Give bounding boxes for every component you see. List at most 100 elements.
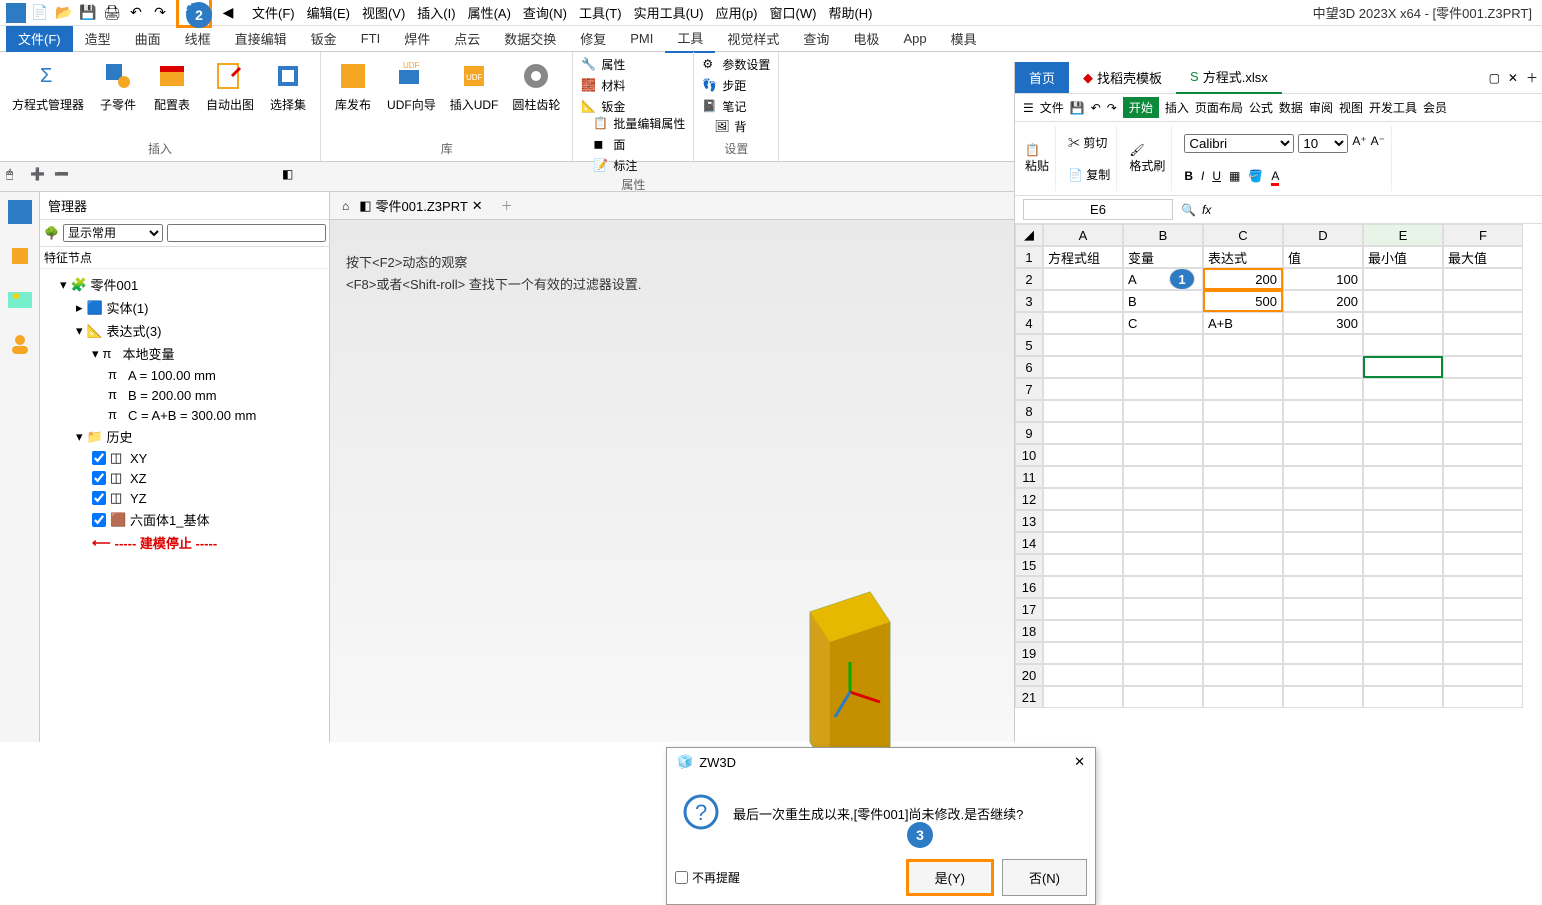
wps-row-11[interactable]: 11 — [1015, 466, 1043, 488]
cell[interactable] — [1363, 444, 1443, 466]
wps-add-icon[interactable]: ＋ — [1522, 65, 1542, 90]
wps-corner[interactable]: ◢ — [1015, 224, 1043, 246]
select-icon[interactable]: 🖱 — [6, 167, 26, 187]
sheetmetal-button[interactable]: 📐钣金 — [581, 98, 685, 115]
no-button[interactable]: 否(N) — [1002, 859, 1087, 896]
plus-icon[interactable]: ➕ — [30, 167, 50, 187]
tree-plane-xz[interactable]: ◫XZ — [92, 468, 325, 488]
cell[interactable] — [1443, 488, 1523, 510]
cell[interactable] — [1363, 466, 1443, 488]
wps-fill-icon[interactable]: 🪣 — [1248, 169, 1263, 183]
cell[interactable] — [1443, 444, 1523, 466]
filter-input[interactable] — [167, 224, 326, 242]
cell[interactable] — [1203, 620, 1283, 642]
cell[interactable] — [1043, 598, 1123, 620]
print-icon[interactable]: 🖨 — [102, 3, 122, 23]
cell[interactable] — [1043, 334, 1123, 356]
image-icon[interactable] — [8, 288, 32, 312]
wps-file-menu[interactable]: 文件 — [1040, 99, 1064, 116]
udf-wizard-button[interactable]: UDFUDF向导 — [383, 56, 440, 138]
cell[interactable] — [1123, 598, 1203, 620]
tree-feature-box[interactable]: 🟫六面体1_基体 — [92, 508, 325, 531]
cell[interactable] — [1203, 466, 1283, 488]
wps-row-3[interactable]: 3 — [1015, 290, 1043, 312]
cell[interactable] — [1043, 554, 1123, 576]
cell[interactable] — [1043, 576, 1123, 598]
menu-file[interactable]: 文件(F) — [248, 1, 299, 24]
cell[interactable] — [1203, 664, 1283, 686]
wps-row-1[interactable]: 1 — [1015, 246, 1043, 268]
wps-row-9[interactable]: 9 — [1015, 422, 1043, 444]
wps-menu-view[interactable]: 视图 — [1339, 99, 1363, 116]
cell[interactable] — [1043, 686, 1123, 708]
param-button[interactable]: ⚙参数设置 — [702, 56, 770, 73]
step-button[interactable]: 👣步距 — [702, 77, 770, 94]
ribbon-tab-wire[interactable]: 线框 — [173, 25, 223, 52]
cell[interactable] — [1123, 334, 1203, 356]
cell[interactable] — [1283, 422, 1363, 444]
wps-tab-file[interactable]: S方程式.xlsx — [1176, 61, 1282, 94]
cell[interactable] — [1363, 268, 1443, 290]
cell[interactable] — [1043, 620, 1123, 642]
wps-row-12[interactable]: 12 — [1015, 488, 1043, 510]
cell[interactable] — [1043, 268, 1123, 290]
cell[interactable] — [1283, 378, 1363, 400]
cell[interactable] — [1363, 378, 1443, 400]
cell[interactable] — [1043, 532, 1123, 554]
wps-fontcolor-icon[interactable]: A — [1271, 169, 1279, 183]
wps-grid[interactable]: ◢ A B C D E F 1 方程式组 变量 表达式 值 最小值 最大值 2 … — [1015, 224, 1542, 708]
tree-expr-b[interactable]: πB = 200.00 mm — [108, 385, 325, 405]
wps-italic-icon[interactable]: I — [1201, 169, 1204, 183]
cell[interactable] — [1203, 576, 1283, 598]
cell[interactable] — [1363, 686, 1443, 708]
ribbon-tab-tools[interactable]: 工具 — [665, 24, 715, 53]
annotate-button[interactable]: 📝标注 — [593, 157, 685, 174]
wps-tab-template[interactable]: ◆找稻壳模板 — [1069, 62, 1176, 93]
cell[interactable] — [1443, 664, 1523, 686]
close-icon[interactable]: ✕ — [472, 198, 483, 214]
cell[interactable] — [1283, 444, 1363, 466]
wps-undo-icon[interactable]: ↶ — [1091, 101, 1101, 115]
cell[interactable] — [1123, 422, 1203, 444]
cell[interactable] — [1203, 598, 1283, 620]
open-icon[interactable]: 📂 — [54, 3, 74, 23]
wps-row-6[interactable]: 6 — [1015, 356, 1043, 378]
cell-c3-highlight[interactable]: 500 — [1203, 290, 1283, 312]
cell[interactable] — [1123, 554, 1203, 576]
wps-menu-dev[interactable]: 开发工具 — [1369, 99, 1417, 116]
wps-col-e[interactable]: E — [1363, 224, 1443, 246]
cell[interactable]: A+B — [1203, 312, 1283, 334]
bg-button[interactable]: 🖼背 — [714, 118, 770, 135]
cell[interactable] — [1363, 510, 1443, 532]
wps-menu-member[interactable]: 会员 — [1423, 99, 1447, 116]
cell[interactable]: 变量 — [1123, 246, 1203, 268]
cell[interactable] — [1443, 466, 1523, 488]
undo-icon[interactable]: ↶ — [126, 3, 146, 23]
cell[interactable]: 方程式组 — [1043, 246, 1123, 268]
save-icon[interactable]: 💾 — [78, 3, 98, 23]
wps-paste-button[interactable]: 📋粘贴 — [1025, 143, 1049, 174]
cell[interactable] — [1123, 356, 1203, 378]
cell[interactable] — [1283, 334, 1363, 356]
wps-row-16[interactable]: 16 — [1015, 576, 1043, 598]
no-remind-checkbox[interactable] — [675, 871, 688, 884]
cell[interactable] — [1283, 554, 1363, 576]
cell[interactable] — [1123, 400, 1203, 422]
cell[interactable] — [1443, 532, 1523, 554]
wps-row-5[interactable]: 5 — [1015, 334, 1043, 356]
ribbon-tab-repair[interactable]: 修复 — [568, 25, 618, 52]
wps-row-8[interactable]: 8 — [1015, 400, 1043, 422]
cell[interactable] — [1283, 620, 1363, 642]
cell[interactable] — [1443, 334, 1523, 356]
cell[interactable] — [1283, 576, 1363, 598]
cell[interactable] — [1203, 642, 1283, 664]
ribbon-tab-weld[interactable]: 焊件 — [392, 25, 442, 52]
cube-icon[interactable]: ◧ — [282, 167, 302, 187]
cell[interactable] — [1363, 554, 1443, 576]
cell[interactable] — [1123, 378, 1203, 400]
tree-history[interactable]: ▾ 📁历史 — [76, 425, 325, 448]
cell[interactable] — [1443, 620, 1523, 642]
wps-brush-button[interactable]: 🖌格式刷 — [1129, 143, 1165, 174]
menu-query[interactable]: 查询(N) — [519, 1, 571, 24]
cell[interactable]: 200 — [1283, 290, 1363, 312]
